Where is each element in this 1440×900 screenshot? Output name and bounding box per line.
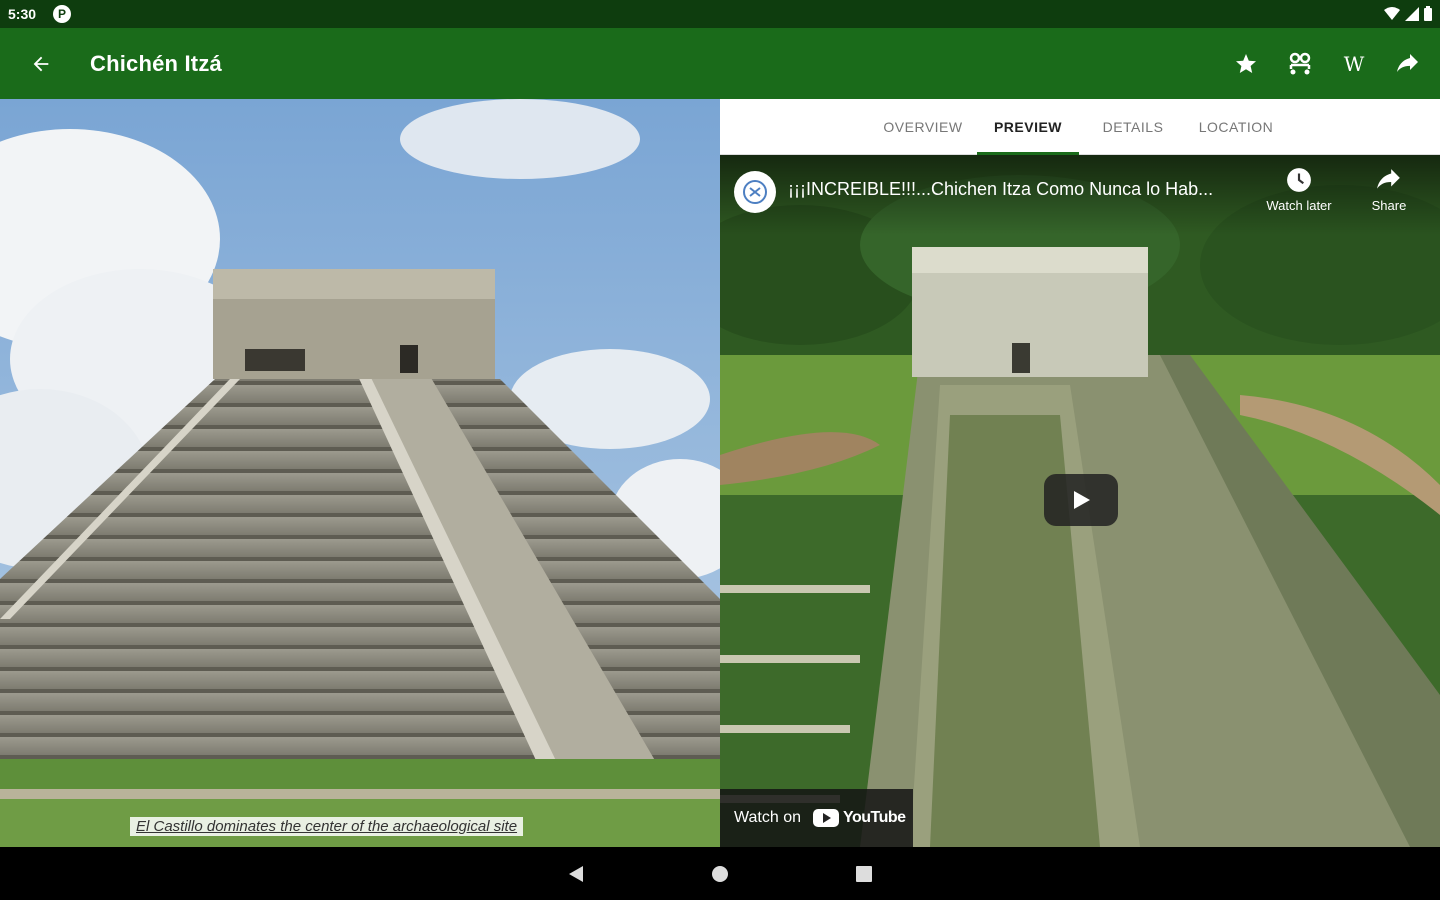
system-nav-bar xyxy=(0,847,1440,900)
share-icon xyxy=(1397,54,1418,72)
youtube-logo: YouTube xyxy=(813,809,906,827)
watch-on-label: Watch on xyxy=(734,809,801,826)
status-time: 5:30 xyxy=(8,6,37,22)
share-icon xyxy=(1377,169,1400,189)
app-bar: Chichén Itzá W xyxy=(0,28,1440,99)
video-header: ¡¡¡INCREIBLE!!!...Chichen Itza Como Nunc… xyxy=(720,155,1440,235)
channel-avatar[interactable] xyxy=(734,171,776,213)
photo-caption-link[interactable]: El Castillo dominates the center of the … xyxy=(130,817,524,836)
signal-icon xyxy=(1405,6,1419,21)
tab-location[interactable]: LOCATION xyxy=(1186,99,1286,155)
landmark-photo[interactable]: El Castillo dominates the center of the … xyxy=(0,99,720,847)
nav-home-button[interactable] xyxy=(707,861,733,887)
youtube-label: YouTube xyxy=(843,809,906,826)
arrow-back-icon xyxy=(33,56,49,72)
compare-icon xyxy=(1289,52,1311,75)
nav-home-icon xyxy=(712,866,728,882)
page-title: Chichén Itzá xyxy=(90,51,222,76)
video-player[interactable]: ¡¡¡INCREIBLE!!!...Chichen Itza Como Nunc… xyxy=(720,155,1440,847)
nav-back-button[interactable] xyxy=(563,861,589,887)
play-icon xyxy=(1074,491,1090,509)
watch-later-label: Watch later xyxy=(1266,198,1332,213)
nav-recents-icon xyxy=(856,866,872,882)
wikipedia-button[interactable]: W xyxy=(1334,44,1374,84)
tab-overview[interactable]: OVERVIEW xyxy=(872,99,974,155)
detail-pane: OVERVIEW PREVIEW DETAILS LOCATION ¡¡¡INC… xyxy=(720,99,1440,847)
nav-recents-button[interactable] xyxy=(851,861,877,887)
compare-button[interactable] xyxy=(1280,44,1320,84)
clock-icon xyxy=(1287,168,1311,192)
nav-back-icon xyxy=(569,866,583,882)
pyramid-photo-image xyxy=(0,99,720,847)
back-button[interactable] xyxy=(22,45,60,83)
app-bar-actions: W xyxy=(1226,44,1428,84)
tab-bar: OVERVIEW PREVIEW DETAILS LOCATION xyxy=(720,99,1440,155)
star-icon xyxy=(1236,54,1256,73)
wikipedia-icon: W xyxy=(1343,52,1365,76)
video-share-button[interactable]: Share xyxy=(1344,167,1434,213)
share-button[interactable] xyxy=(1388,44,1428,84)
wifi-icon xyxy=(1384,6,1400,20)
watch-later-button[interactable]: Watch later xyxy=(1254,167,1344,213)
youtube-play-icon xyxy=(813,809,839,827)
play-button[interactable] xyxy=(1044,474,1118,526)
status-bar: 5:30 P xyxy=(0,0,1440,28)
tab-preview[interactable]: PREVIEW xyxy=(977,99,1079,155)
share-label: Share xyxy=(1371,198,1407,213)
status-indicators xyxy=(1384,6,1432,21)
favorite-button[interactable] xyxy=(1226,44,1266,84)
video-title[interactable]: ¡¡¡INCREIBLE!!!...Chichen Itza Como Nunc… xyxy=(788,179,1213,200)
tab-details[interactable]: DETAILS xyxy=(1082,99,1184,155)
watch-on-youtube-button[interactable]: Watch on YouTube xyxy=(720,789,913,847)
app-notification-icon: P xyxy=(53,5,71,23)
channel-logo-icon xyxy=(743,180,767,204)
battery-icon xyxy=(1424,6,1432,21)
